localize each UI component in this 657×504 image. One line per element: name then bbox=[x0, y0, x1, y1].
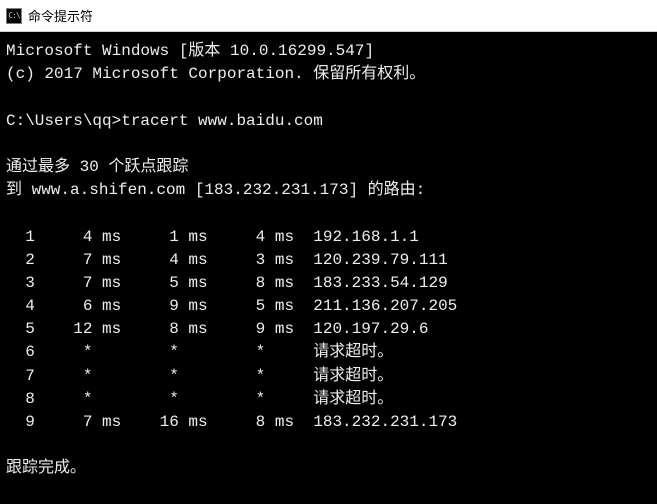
trace-header-2: 到 www.a.shifen.com [183.232.231.173] 的路由… bbox=[6, 181, 425, 199]
window-titlebar[interactable]: C:\ 命令提示符 bbox=[0, 0, 657, 32]
trace-hops: 1 4 ms 1 ms 4 ms 192.168.1.1 2 7 ms 4 ms… bbox=[6, 228, 457, 432]
trace-footer: 跟踪完成。 bbox=[6, 459, 86, 477]
command: tracert www.baidu.com bbox=[121, 112, 323, 130]
terminal-output: Microsoft Windows [版本 10.0.16299.547] (c… bbox=[0, 32, 657, 504]
cmd-icon: C:\ bbox=[6, 8, 22, 24]
trace-header-1: 通过最多 30 个跃点跟踪 bbox=[6, 158, 188, 176]
banner-line-1: Microsoft Windows [版本 10.0.16299.547] bbox=[6, 42, 374, 60]
window-title: 命令提示符 bbox=[28, 6, 93, 25]
banner-line-2: (c) 2017 Microsoft Corporation. 保留所有权利。 bbox=[6, 65, 425, 83]
prompt: C:\Users\qq> bbox=[6, 112, 121, 130]
